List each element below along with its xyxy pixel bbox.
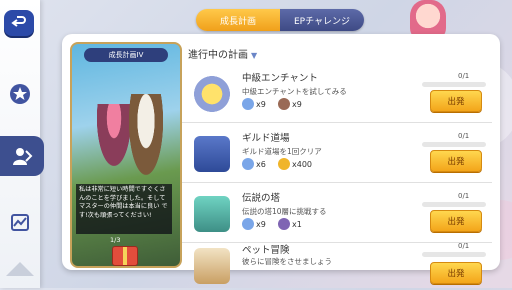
plan-description: 伝説の塔10層に挑戦する: [242, 207, 327, 216]
depart-button[interactable]: 出発: [430, 210, 482, 232]
plan-title: ペット冒険: [242, 245, 290, 256]
progress-text: 0/1: [458, 72, 470, 80]
plan-list-title: 進行中の計画: [188, 50, 248, 61]
row-divider: [182, 182, 492, 183]
plan-description: 中級エンチャントを試してみる: [242, 87, 347, 96]
left-sidebar: [0, 0, 44, 288]
gift-box-icon[interactable]: [112, 246, 138, 266]
tab-growth-plan[interactable]: 成長計画: [196, 9, 280, 31]
depart-button[interactable]: 出発: [430, 150, 482, 172]
plan-title: 中級エンチャント: [242, 73, 318, 84]
main-panel: 成長計画IV 私は非常に短い時間ですぐくさんのことを学びました。そして マスター…: [62, 34, 500, 284]
mode-tabs: 成長計画 EPチャレンジ: [196, 9, 364, 31]
stats-button[interactable]: [6, 208, 34, 236]
plan-description: ギルド道場を1回クリア: [242, 147, 322, 156]
depart-button[interactable]: 出発: [430, 262, 482, 284]
reward-item: x400: [278, 158, 312, 170]
reward-item: x1: [278, 218, 302, 230]
snowflake-crystal-icon: [242, 218, 254, 230]
reward-quantity: x400: [292, 159, 313, 169]
reward-item: x9: [242, 98, 266, 110]
plan-title: 伝説の塔: [242, 193, 281, 204]
back-button[interactable]: [4, 10, 34, 36]
reward-item: x9: [242, 218, 266, 230]
snowflake-crystal-icon: [242, 158, 254, 170]
reward-item: x6: [242, 158, 266, 170]
card-story-text: 私は非常に短い時間ですぐくさんのことを学びました。そして マスターの仲間は本当に…: [76, 184, 172, 234]
dropdown-triangle-icon[interactable]: ▼: [251, 51, 257, 60]
reward-quantity: x6: [256, 159, 266, 169]
progress-bar: [422, 82, 486, 87]
depart-button[interactable]: 出発: [430, 90, 482, 112]
progress-text: 0/1: [458, 242, 470, 250]
enchant-creature-icon: [194, 76, 230, 112]
gold-coins-icon: [278, 158, 290, 170]
violet-medal-icon: [278, 218, 290, 230]
progress-bar: [422, 142, 486, 147]
plan-row: ギルド道場 ギルド道場を1回クリア x6 x400 0/1 出発: [186, 126, 486, 182]
reward-item: x9: [278, 98, 302, 110]
plan-description: 彼らに冒険をさせましょう: [242, 257, 332, 266]
character-illustration: [126, 94, 166, 184]
progress-text: 0/1: [458, 192, 470, 200]
pet-book-icon: [194, 248, 230, 284]
plan-title: ギルド道場: [242, 133, 290, 144]
progress-bar: [422, 202, 486, 207]
star-icon: [10, 84, 30, 104]
return-arrow-icon: [11, 16, 26, 27]
person-growth-icon: [13, 148, 33, 165]
tab-ep-challenge[interactable]: EPチャレンジ: [280, 9, 364, 31]
reward-quantity: x9: [256, 219, 266, 229]
plan-row: 中級エンチャント 中級エンチャントを試してみる x9 x9 0/1 出発: [186, 66, 486, 122]
legend-tower-icon: [194, 196, 230, 232]
card-page-indicator: 1/3: [110, 236, 121, 244]
row-divider: [182, 122, 492, 123]
card-title: 成長計画IV: [84, 48, 168, 62]
reward-quantity: x1: [292, 219, 302, 229]
progress-text: 0/1: [458, 132, 470, 140]
story-card: 成長計画IV 私は非常に短い時間ですぐくさんのことを学びました。そして マスター…: [70, 42, 182, 268]
guild-castle-icon: [194, 136, 230, 172]
triangle-decoration: [6, 262, 34, 276]
snowflake-crystal-icon: [242, 98, 254, 110]
favorite-button[interactable]: [6, 80, 34, 108]
plan-row: ペット冒険 彼らに冒険をさせましょう 0/1 出発: [186, 234, 486, 290]
plan-list-header: 進行中の計画 ▼: [188, 46, 257, 61]
reward-quantity: x9: [292, 99, 302, 109]
growth-plan-nav-button[interactable]: [0, 136, 44, 176]
reward-quantity: x9: [256, 99, 266, 109]
chart-calendar-icon: [11, 214, 29, 231]
progress-bar: [422, 252, 486, 257]
badge-medal-icon: [278, 98, 290, 110]
